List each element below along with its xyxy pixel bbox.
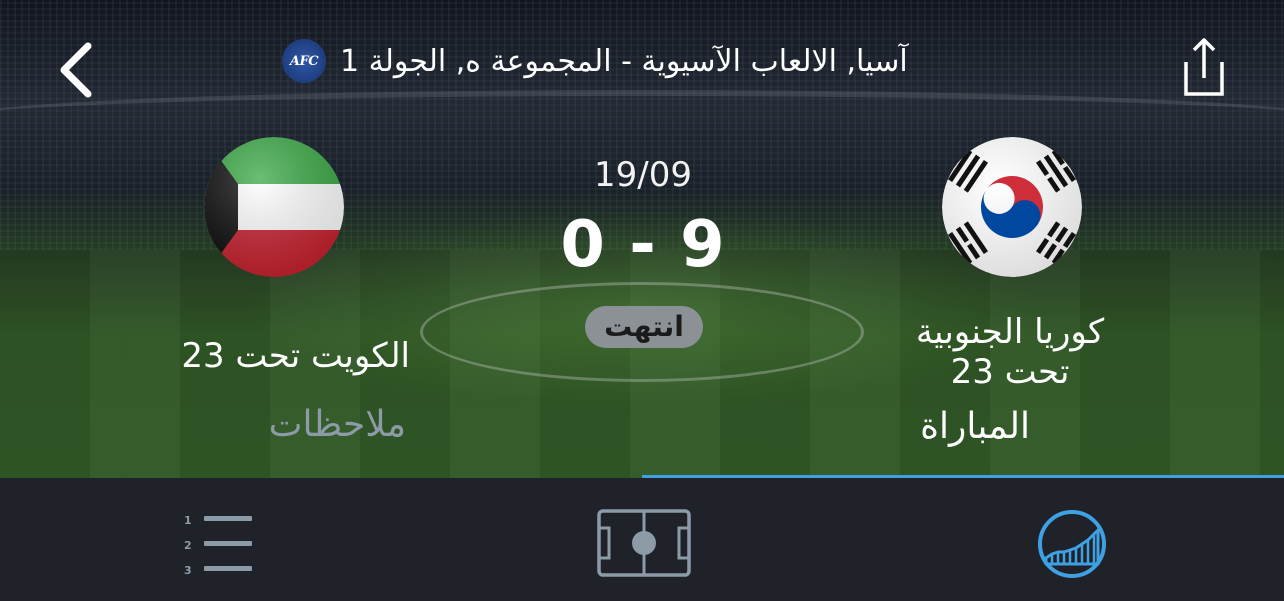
kuwait-flag-icon[interactable] xyxy=(204,137,344,277)
away-team-name[interactable]: الكويت تحت 23 xyxy=(130,336,410,376)
tab-match[interactable]: المباراة xyxy=(900,406,1030,447)
stats-gauge-icon xyxy=(1038,510,1106,578)
afc-logo: AFC xyxy=(282,39,326,83)
match-header-hero: AFC آسيا, الالعاب الآسيوية - المجموعة ه,… xyxy=(0,0,1284,478)
numbered-list-icon: 1 2 3 xyxy=(184,514,252,577)
back-button[interactable] xyxy=(52,38,104,102)
nav-lineup-list-button[interactable]: 1 2 3 xyxy=(180,508,256,580)
pitch-icon xyxy=(597,509,691,577)
nav-stats-button[interactable] xyxy=(1034,508,1110,580)
competition-title: آسيا, الالعاب الآسيوية - المجموعة ه, الج… xyxy=(340,43,908,79)
match-status-badge: انتهت xyxy=(585,306,703,348)
chevron-left-icon xyxy=(60,42,92,98)
tab-notes[interactable]: ملاحظات xyxy=(230,404,406,445)
match-date: 19/09 xyxy=(594,155,692,195)
competition-title-bar: AFC آسيا, الالعاب الآسيوية - المجموعة ه,… xyxy=(282,39,908,83)
list-number-2: 2 xyxy=(184,539,192,552)
share-icon xyxy=(1184,38,1224,96)
share-button[interactable] xyxy=(1180,36,1228,100)
match-score: 0 - 9 xyxy=(560,208,726,282)
afc-logo-text: AFC xyxy=(289,53,319,69)
south-korea-flag-icon[interactable] xyxy=(942,137,1082,277)
nav-pitch-button[interactable] xyxy=(596,508,692,580)
home-team-name[interactable]: كوريا الجنوبية تحت 23 xyxy=(890,312,1130,392)
list-number-1: 1 xyxy=(184,514,192,527)
list-number-3: 3 xyxy=(184,564,192,577)
bottom-navigation-bar: 1 2 3 xyxy=(0,478,1284,601)
